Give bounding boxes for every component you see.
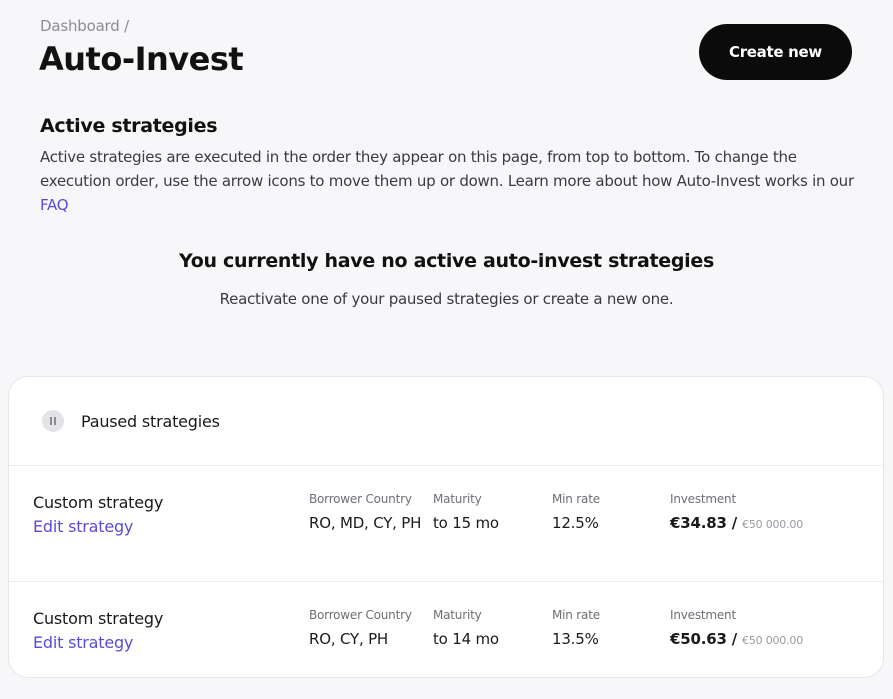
investment-limit: €50 000.00 <box>742 518 803 531</box>
faq-link[interactable]: FAQ <box>40 196 69 214</box>
description-text: Active strategies are executed in the or… <box>40 148 854 190</box>
edit-strategy-link[interactable]: Edit strategy <box>33 633 133 652</box>
investment-separator: / <box>726 630 743 648</box>
page-title: Auto-Invest <box>39 40 244 78</box>
breadcrumb[interactable]: Dashboard / <box>40 17 129 35</box>
strategy-row: Custom strategy Edit strategy Borrower C… <box>9 466 883 581</box>
pause-icon <box>42 410 64 432</box>
investment-amount: €50.63 <box>670 630 727 648</box>
investment-value: €50.63 / €50 000.00 <box>670 627 803 653</box>
empty-state-title: You currently have no active auto-invest… <box>179 250 714 272</box>
maturity-value: to 14 mo <box>433 630 499 648</box>
investment-label: Investment <box>670 608 736 622</box>
paused-strategies-header: Paused strategies <box>9 377 883 466</box>
strategy-name: Custom strategy <box>33 609 164 628</box>
country-label: Borrower Country <box>309 492 412 506</box>
maturity-value: to 15 mo <box>433 514 499 532</box>
empty-state-subtitle: Reactivate one of your paused strategies… <box>219 290 674 308</box>
investment-separator: / <box>726 514 743 532</box>
investment-value: €34.83 / €50 000.00 <box>670 511 803 537</box>
country-label: Borrower Country <box>309 608 412 622</box>
maturity-label: Maturity <box>433 492 482 506</box>
investment-amount: €34.83 <box>670 514 727 532</box>
min-rate-label: Min rate <box>552 608 600 622</box>
strategy-name: Custom strategy <box>33 493 164 512</box>
active-strategies-heading: Active strategies <box>40 115 218 137</box>
create-new-button[interactable]: Create new <box>699 24 852 80</box>
country-value: RO, MD, CY, PH <box>309 514 422 532</box>
min-rate-label: Min rate <box>552 492 600 506</box>
min-rate-value: 12.5% <box>552 514 599 532</box>
strategy-row: Custom strategy Edit strategy Borrower C… <box>9 581 883 696</box>
paused-strategies-card: Paused strategies Custom strategy Edit s… <box>8 376 884 678</box>
investment-label: Investment <box>670 492 736 506</box>
active-strategies-description: Active strategies are executed in the or… <box>40 145 855 217</box>
paused-strategies-title: Paused strategies <box>81 411 220 431</box>
edit-strategy-link[interactable]: Edit strategy <box>33 517 133 536</box>
maturity-label: Maturity <box>433 608 482 622</box>
min-rate-value: 13.5% <box>552 630 599 648</box>
investment-limit: €50 000.00 <box>742 634 803 647</box>
country-value: RO, CY, PH <box>309 630 388 648</box>
